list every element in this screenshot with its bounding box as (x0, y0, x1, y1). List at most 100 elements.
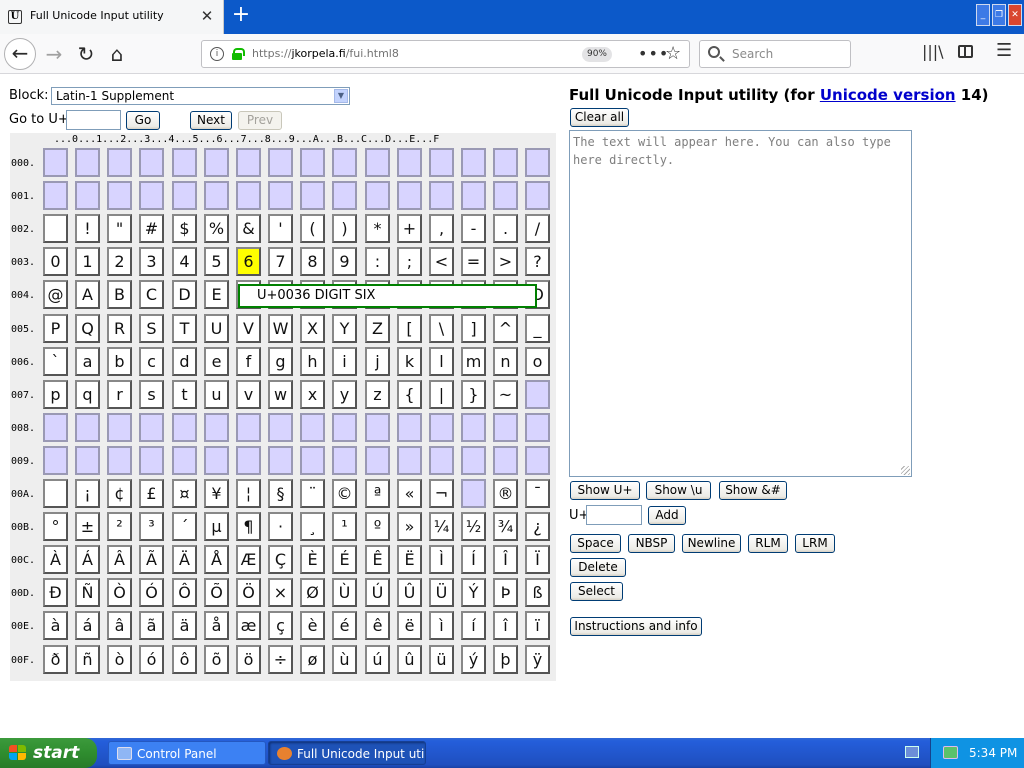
select-button[interactable]: Select (570, 582, 623, 601)
clear-all-button[interactable]: Clear all (570, 108, 629, 127)
zoom-level-badge[interactable]: 90% (582, 47, 612, 62)
home-icon[interactable]: ⌂ (101, 38, 133, 70)
prev-button[interactable]: Prev (238, 111, 282, 130)
char-cell[interactable]: Ð (43, 578, 68, 607)
char-cell[interactable]: Å (204, 545, 229, 574)
taskbar-item-firefox[interactable]: Full Unicode Input util... (268, 741, 426, 765)
char-cell[interactable]: ; (397, 247, 422, 276)
char-cell[interactable] (461, 446, 486, 475)
char-cell[interactable]: e (204, 347, 229, 376)
char-cell[interactable]: ó (139, 645, 164, 674)
char-cell[interactable]: õ (204, 645, 229, 674)
char-cell[interactable]: P (43, 314, 68, 343)
char-cell[interactable]: | (429, 380, 454, 409)
char-cell[interactable]: × (268, 578, 293, 607)
char-cell[interactable]: } (461, 380, 486, 409)
char-cell[interactable]: ¨ (300, 479, 325, 508)
char-cell[interactable]: o (525, 347, 550, 376)
char-cell[interactable]: ( (300, 214, 325, 243)
char-cell[interactable] (204, 148, 229, 177)
char-cell[interactable]: © (332, 479, 357, 508)
newline-button[interactable]: Newline (682, 534, 741, 553)
char-cell[interactable]: - (461, 214, 486, 243)
char-cell[interactable]: Ö (236, 578, 261, 607)
char-cell[interactable]: Y (332, 314, 357, 343)
char-cell[interactable] (236, 413, 261, 442)
char-cell[interactable]: ä (172, 611, 197, 640)
window-close-button[interactable]: ✕ (1008, 4, 1022, 26)
char-cell[interactable]: [ (397, 314, 422, 343)
nbsp-button[interactable]: NBSP (628, 534, 675, 553)
char-cell[interactable]: ½ (461, 512, 486, 541)
bookmark-star-icon[interactable]: ☆ (665, 43, 681, 64)
char-cell[interactable]: 3 (139, 247, 164, 276)
char-cell[interactable]: ~ (493, 380, 518, 409)
char-cell[interactable]: % (204, 214, 229, 243)
char-cell[interactable]: ' (268, 214, 293, 243)
char-cell[interactable]: ô (172, 645, 197, 674)
char-cell[interactable]: Â (107, 545, 132, 574)
char-cell[interactable]: Ë (397, 545, 422, 574)
char-cell[interactable]: ¿ (525, 512, 550, 541)
char-cell[interactable]: ^ (493, 314, 518, 343)
char-cell[interactable]: Ú (365, 578, 390, 607)
char-cell[interactable] (397, 413, 422, 442)
char-cell[interactable] (172, 446, 197, 475)
char-cell[interactable] (397, 181, 422, 210)
char-cell[interactable]: Ñ (75, 578, 100, 607)
char-cell[interactable]: ³ (139, 512, 164, 541)
char-cell[interactable]: ï (525, 611, 550, 640)
char-cell[interactable]: 7 (268, 247, 293, 276)
char-cell[interactable]: 1 (75, 247, 100, 276)
char-cell[interactable]: u (204, 380, 229, 409)
char-cell[interactable]: c (139, 347, 164, 376)
char-cell[interactable] (429, 446, 454, 475)
char-cell[interactable]: è (300, 611, 325, 640)
char-cell[interactable]: / (525, 214, 550, 243)
char-cell[interactable]: ? (525, 247, 550, 276)
char-cell[interactable]: Ò (107, 578, 132, 607)
char-cell[interactable] (107, 148, 132, 177)
char-cell[interactable]: D (172, 280, 197, 309)
char-cell[interactable]: Ý (461, 578, 486, 607)
taskbar-item-control-panel[interactable]: Control Panel (108, 741, 266, 765)
char-cell[interactable]: § (268, 479, 293, 508)
char-cell[interactable]: Ä (172, 545, 197, 574)
char-cell[interactable] (300, 181, 325, 210)
char-cell[interactable]: j (365, 347, 390, 376)
char-cell[interactable]: å (204, 611, 229, 640)
active-tab[interactable]: U Full Unicode Input utility ✕ (0, 0, 224, 34)
char-cell[interactable]: Z (365, 314, 390, 343)
char-cell[interactable]: @ (43, 280, 68, 309)
char-cell[interactable]: ¸ (300, 512, 325, 541)
char-cell[interactable]: ü (429, 645, 454, 674)
char-cell[interactable] (461, 148, 486, 177)
char-cell[interactable] (525, 380, 550, 409)
char-cell[interactable] (525, 181, 550, 210)
char-cell[interactable]: ¼ (429, 512, 454, 541)
char-cell[interactable]: ÷ (268, 645, 293, 674)
char-cell[interactable]: \ (429, 314, 454, 343)
char-cell[interactable]: m (461, 347, 486, 376)
char-cell[interactable]: ð (43, 645, 68, 674)
char-cell[interactable]: i (332, 347, 357, 376)
char-cell[interactable]: 4 (172, 247, 197, 276)
char-cell[interactable] (268, 413, 293, 442)
char-cell[interactable]: î (493, 611, 518, 640)
char-cell[interactable]: ¥ (204, 479, 229, 508)
window-minimize-button[interactable]: _ (976, 4, 990, 26)
char-cell[interactable] (43, 413, 68, 442)
start-button[interactable]: start (0, 738, 97, 768)
char-cell[interactable]: p (43, 380, 68, 409)
char-cell[interactable]: 5 (204, 247, 229, 276)
char-cell[interactable]: ñ (75, 645, 100, 674)
char-cell[interactable]: · (268, 512, 293, 541)
char-cell[interactable]: Ü (429, 578, 454, 607)
char-cell[interactable]: É (332, 545, 357, 574)
char-cell[interactable]: ¡ (75, 479, 100, 508)
char-cell[interactable] (525, 413, 550, 442)
char-cell[interactable] (75, 181, 100, 210)
char-cell[interactable]: à (43, 611, 68, 640)
char-cell[interactable]: ² (107, 512, 132, 541)
char-cell[interactable] (204, 446, 229, 475)
